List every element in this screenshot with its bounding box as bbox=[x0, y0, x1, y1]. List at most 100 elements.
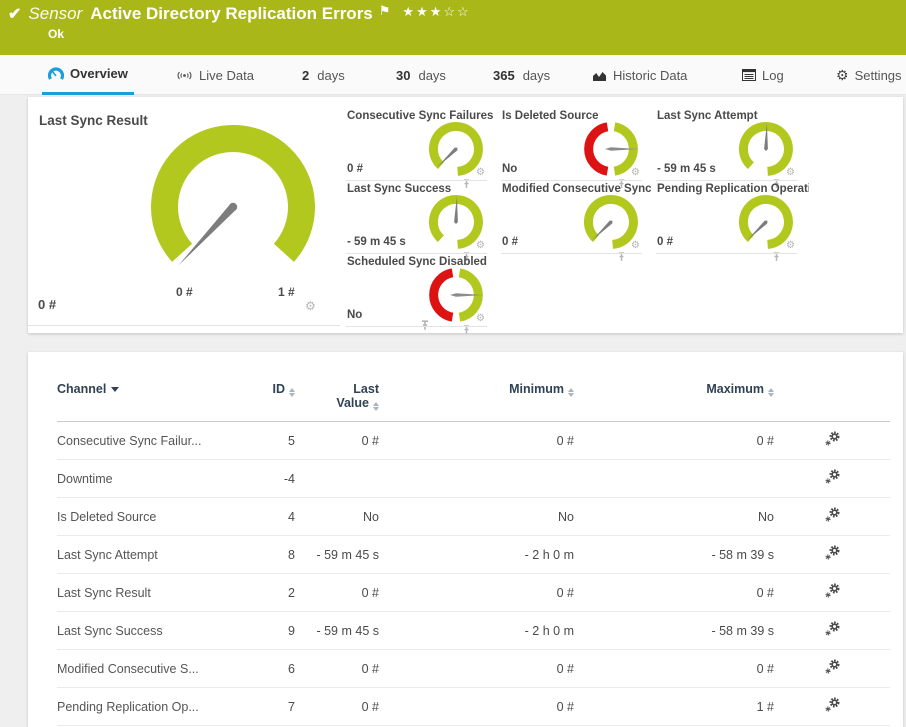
gauge-tile-actions: ⚙ bbox=[463, 314, 485, 334]
sort-icon bbox=[373, 402, 379, 411]
cell-maximum: 0 # bbox=[574, 649, 774, 688]
cell-last-value: 0 # bbox=[295, 687, 379, 726]
column-header-maximum[interactable]: Maximum bbox=[574, 378, 774, 422]
cell-channel[interactable]: Last Sync Success bbox=[57, 611, 218, 650]
channels-table: Channel ID Last Value Minimum Maximum Con… bbox=[57, 378, 890, 727]
gear-icon[interactable]: ⚙ bbox=[631, 241, 640, 251]
tile-divider bbox=[28, 325, 340, 326]
gauge-tile-modified-consecutive-sync-f: Modified Consecutive Sync F... 0 # ⚙ bbox=[501, 180, 656, 261]
gauge-value: 0 # bbox=[502, 236, 518, 248]
cell-id: 4 bbox=[218, 497, 295, 536]
cell-channel[interactable]: Last Sync Result bbox=[57, 573, 218, 612]
gear-icon[interactable]: ⚙ bbox=[631, 168, 640, 178]
channel-settings-icon[interactable] bbox=[824, 469, 840, 485]
sensor-status-badge: Ok bbox=[48, 27, 65, 41]
gear-icon[interactable]: ⚙ bbox=[305, 300, 316, 312]
gauge-tile-actions: ⚙ bbox=[305, 300, 428, 330]
gauge-tile-actions: ⚙ bbox=[618, 168, 640, 188]
tab-365-days[interactable]: 365 days bbox=[487, 55, 556, 95]
table-header-row: Channel ID Last Value Minimum Maximum bbox=[57, 378, 890, 422]
gauge-title: Last Sync Result bbox=[39, 113, 148, 128]
gauge-value: - 59 m 45 s bbox=[657, 163, 716, 175]
channel-settings-icon[interactable] bbox=[824, 621, 840, 637]
gauge-tile-actions: ⚙ bbox=[463, 241, 485, 261]
gauge-tile-scheduled-sync-disabled: Scheduled Sync Disabled No ⚙ bbox=[346, 253, 501, 334]
channel-settings-icon[interactable] bbox=[824, 697, 840, 713]
tab-settings[interactable]: ⚙ Settings bbox=[830, 55, 906, 95]
gauge-tile-is-deleted-source: Is Deleted Source No ⚙ bbox=[501, 107, 656, 188]
gauges-panel: Last Sync Result 0 # 1 # 0 # ⚙ Consecuti… bbox=[28, 97, 903, 334]
cell-channel[interactable]: Last Sync Attempt bbox=[57, 535, 218, 574]
cell-minimum: 0 # bbox=[379, 649, 574, 688]
tab-log[interactable]: Log bbox=[736, 55, 790, 95]
gauge-tile-last-sync-success: Last Sync Success - 59 m 45 s ⚙ bbox=[346, 180, 501, 261]
sensor-header: ✔ Sensor Active Directory Replication Er… bbox=[0, 0, 906, 55]
cell-channel[interactable]: Modified Consecutive S... bbox=[57, 649, 218, 688]
channel-settings-icon[interactable] bbox=[824, 659, 840, 675]
channel-settings-icon[interactable] bbox=[824, 507, 840, 523]
cell-channel[interactable]: Is Deleted Source bbox=[57, 497, 218, 536]
channels-panel: Channel ID Last Value Minimum Maximum Con… bbox=[28, 352, 903, 727]
cell-last-value: 0 # bbox=[295, 573, 379, 612]
tab-live-data[interactable]: Live Data bbox=[170, 55, 260, 95]
gear-icon[interactable]: ⚙ bbox=[786, 168, 795, 178]
gauge-value: 0 # bbox=[38, 297, 57, 312]
cell-last-value: - 59 m 45 s bbox=[295, 611, 379, 650]
cell-channel[interactable]: Downtime bbox=[57, 459, 218, 498]
priority-stars[interactable]: ★★★☆☆ bbox=[402, 4, 470, 20]
tab-historic-data[interactable]: Historic Data bbox=[586, 55, 693, 95]
sensor-type-label: Sensor bbox=[28, 4, 83, 23]
gauge-value: 0 # bbox=[347, 163, 363, 175]
channel-settings-icon[interactable] bbox=[824, 431, 840, 447]
channel-settings-icon[interactable] bbox=[824, 583, 840, 599]
sort-icon bbox=[568, 388, 574, 397]
cell-id: 7 bbox=[218, 687, 295, 726]
cell-channel[interactable]: Consecutive Sync Failur... bbox=[57, 421, 218, 460]
cell-id: -4 bbox=[218, 459, 295, 498]
gear-icon[interactable]: ⚙ bbox=[476, 168, 485, 178]
gauge-tile-pending-replication-operatio: Pending Replication Operatio...0 #⚙ bbox=[656, 180, 811, 261]
cell-minimum: - 2 h 0 m bbox=[379, 611, 574, 650]
sort-desc-icon bbox=[111, 387, 120, 392]
last-sync-result-gauge bbox=[151, 124, 315, 266]
channel-settings-icon[interactable] bbox=[824, 545, 840, 561]
tile-divider bbox=[501, 253, 642, 254]
gear-icon[interactable]: ⚙ bbox=[786, 241, 795, 251]
cell-minimum: 0 # bbox=[379, 573, 574, 612]
column-header-channel[interactable]: Channel bbox=[57, 378, 218, 422]
cell-minimum: No bbox=[379, 497, 574, 536]
gear-icon[interactable]: ⚙ bbox=[476, 241, 485, 251]
cell-minimum: 0 # bbox=[379, 687, 574, 726]
gauge-tile-last-sync-attempt: Last Sync Attempt - 59 m 45 s ⚙ bbox=[656, 107, 811, 188]
tab-30-days[interactable]: 30 days bbox=[390, 55, 452, 95]
cell-minimum: - 2 h 0 m bbox=[379, 535, 574, 574]
cell-id: 2 bbox=[218, 573, 295, 612]
column-header-id[interactable]: ID bbox=[218, 378, 295, 422]
gauge-value: No bbox=[502, 163, 518, 175]
column-header-minimum[interactable]: Minimum bbox=[379, 378, 574, 422]
cell-channel[interactable]: Pending Replication Op... bbox=[57, 687, 218, 726]
gear-icon[interactable]: ⚙ bbox=[476, 314, 485, 324]
tile-divider bbox=[656, 253, 797, 254]
cell-last-value: - 59 m 45 s bbox=[295, 535, 379, 574]
gauge-tile-actions: ⚙ bbox=[463, 168, 485, 188]
tab-bar: Overview Live Data 2 days 30 days 365 days Histo… bbox=[0, 55, 906, 95]
gauge-scale-max: 1 # bbox=[278, 285, 295, 299]
table-row: Last Sync Success 9- 59 m 45 s- 2 h 0 m- … bbox=[57, 611, 890, 650]
gauge-tile-actions: ⚙ bbox=[773, 241, 795, 261]
cell-maximum: 0 # bbox=[574, 421, 774, 460]
cell-maximum: 1 # bbox=[574, 687, 774, 726]
status-ok-check-icon: ✔ bbox=[8, 6, 22, 23]
table-row: Last Sync Result 2 0 #0 #0 # bbox=[57, 573, 890, 612]
gauge-tile-actions: ⚙ bbox=[773, 168, 795, 188]
flag-icon[interactable]: ⚑ bbox=[379, 3, 391, 19]
gauge-tile-consecutive-sync-failures: Consecutive Sync Failures 0 # ⚙ bbox=[346, 107, 501, 188]
cell-minimum: 0 # bbox=[379, 421, 574, 460]
cell-maximum bbox=[574, 459, 774, 498]
table-row: Is Deleted Source 4 No No No bbox=[57, 497, 890, 536]
column-header-last-value[interactable]: Last Value bbox=[295, 378, 379, 422]
tab-overview[interactable]: Overview bbox=[42, 55, 134, 95]
cell-last-value: No bbox=[295, 497, 379, 536]
table-row: Consecutive Sync Failur... 5 0 #0 #0 # bbox=[57, 421, 890, 460]
tab-2-days[interactable]: 2 days bbox=[296, 55, 351, 95]
